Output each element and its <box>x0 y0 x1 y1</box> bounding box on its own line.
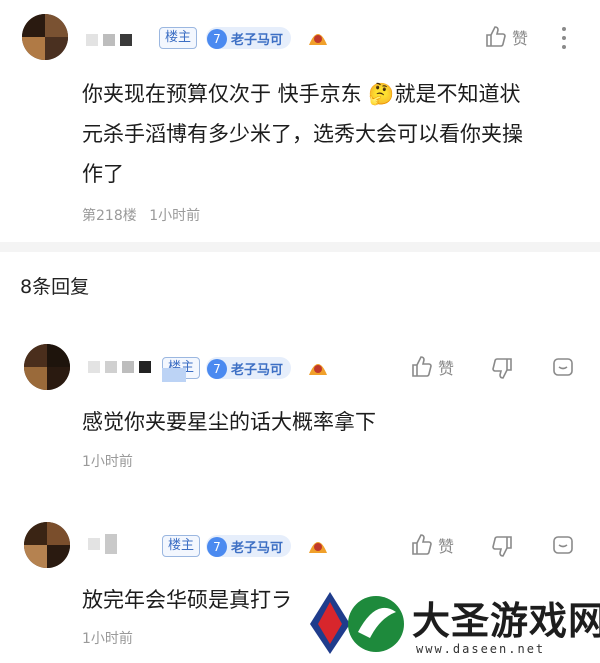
level-badge: 7 老子马可 <box>206 357 292 379</box>
comment-line: 作了 <box>82 162 124 186</box>
level-number: 7 <box>207 536 227 557</box>
like-label: 赞 <box>438 359 455 378</box>
team-badge-icon <box>309 542 327 553</box>
timestamp: 1小时前 <box>82 454 133 470</box>
timestamp: 1小时前 <box>82 631 133 647</box>
reply-content: 感觉你夹要星尘的话大概率拿下 <box>82 410 376 434</box>
level-title: 老子马可 <box>231 32 284 48</box>
reply-count: 8条回复 <box>20 276 90 298</box>
level-badge: 7 老子马可 <box>206 535 292 557</box>
comment-line: 你夹现在预算仅次于 快手京东 🤔就是不知道状 <box>82 82 521 106</box>
reply-content: 放完年会华硕是真打ラ <box>82 588 292 612</box>
thumbs-down-icon[interactable] <box>490 534 514 558</box>
username-blurred[interactable] <box>88 360 151 374</box>
comment-meta: 第218楼 1小时前 <box>82 205 200 225</box>
comment-content: 你夹现在预算仅次于 快手京东 🤔就是不知道状 元杀手滔博有多少米了，选秀大会可以… <box>82 74 523 194</box>
more-options-icon[interactable] <box>560 25 568 51</box>
tag-overlay <box>162 368 186 382</box>
team-badge-icon <box>309 364 327 375</box>
level-title: 老子马可 <box>231 362 284 378</box>
level-number: 7 <box>207 28 227 49</box>
watermark-url: www.daseen.net <box>416 642 546 656</box>
op-tag: 楼主 <box>162 535 201 557</box>
thumbs-up-icon <box>412 534 432 555</box>
avatar[interactable] <box>24 344 70 390</box>
level-title: 老子马可 <box>231 540 284 556</box>
thumbs-up-icon <box>486 26 506 47</box>
reply-icon[interactable] <box>551 534 575 558</box>
level-badge: 7 老子马可 <box>206 27 292 49</box>
watermark: 大圣游戏网 www.daseen.net <box>300 580 600 663</box>
like-button[interactable]: 赞 <box>410 533 454 557</box>
like-label: 赞 <box>438 537 455 556</box>
watermark-title: 大圣游戏网 <box>412 599 600 643</box>
username-blurred[interactable] <box>86 33 132 47</box>
avatar[interactable] <box>24 522 70 568</box>
thumbs-down-icon[interactable] <box>490 356 514 380</box>
timestamp: 1小时前 <box>149 208 201 224</box>
watermark-logo-icon <box>310 592 404 654</box>
like-label: 赞 <box>512 29 529 48</box>
avatar[interactable] <box>22 14 68 60</box>
like-button[interactable]: 赞 <box>484 25 528 49</box>
floor-number: 第218楼 <box>82 208 137 224</box>
thumbs-up-icon <box>412 356 432 377</box>
level-number: 7 <box>207 358 227 379</box>
reply-icon[interactable] <box>551 356 575 380</box>
op-tag: 楼主 <box>159 27 198 49</box>
comment-line: 元杀手滔博有多少米了，选秀大会可以看你夹操 <box>82 122 523 146</box>
username-blurred[interactable] <box>88 534 117 554</box>
like-button[interactable]: 赞 <box>410 355 454 379</box>
section-divider <box>0 242 600 252</box>
team-badge-icon <box>309 34 327 45</box>
